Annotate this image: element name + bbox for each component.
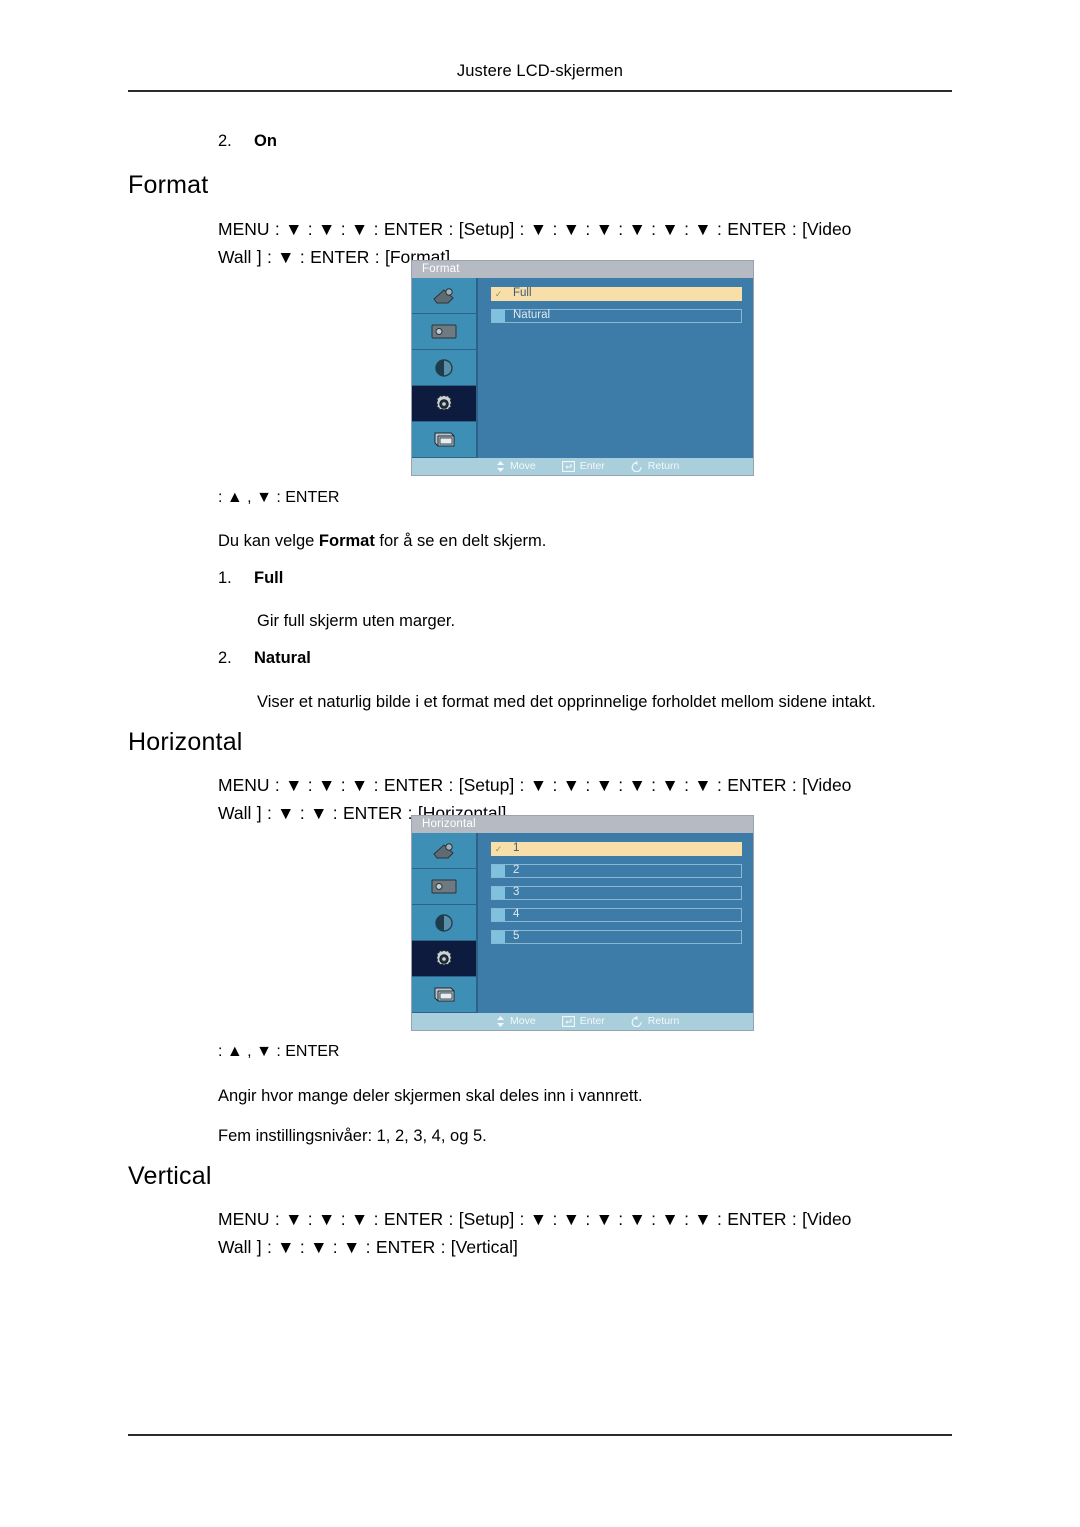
picture-icon[interactable] xyxy=(412,278,476,314)
footer-enter[interactable]: Enter xyxy=(561,460,605,473)
osd-option-label: 4 xyxy=(513,908,520,921)
osd-option-label: 5 xyxy=(513,930,520,943)
enter-key-icon xyxy=(561,461,575,472)
osd-dialog-format[interactable]: Format ✓ Full Natural Move Enter Return xyxy=(412,261,753,475)
section-heading-format: Format xyxy=(128,171,209,199)
option-chip-icon xyxy=(492,909,505,921)
description-horizontal-2: Fem instillingsnivåer: 1, 2, 3, 4, og 5. xyxy=(218,1127,487,1145)
list-item-full: 1. Full xyxy=(218,569,283,588)
description-format: Du kan velge Format for å se en delt skj… xyxy=(218,529,546,553)
osd-option-label: 2 xyxy=(513,864,520,877)
intro-item-label: On xyxy=(254,132,277,150)
checkmark-icon: ✓ xyxy=(492,843,505,855)
osd-title-format: Format xyxy=(412,261,753,278)
menu-path-format-line1: MENU : ▼ : ▼ : ▼ : ENTER : [Setup] : ▼ :… xyxy=(218,219,852,239)
option-chip-icon xyxy=(492,310,505,322)
osd-option-row[interactable]: ✓ Full xyxy=(491,287,742,301)
osd-option-row[interactable]: Natural xyxy=(491,309,742,323)
picture-icon[interactable] xyxy=(412,833,476,869)
screen-icon[interactable] xyxy=(412,869,476,905)
osd-option-label: 3 xyxy=(513,886,520,899)
list-item-natural-number: 2. xyxy=(218,649,232,667)
list-item-natural: 2. Natural xyxy=(218,649,311,668)
osd-title-horizontal: Horizontal xyxy=(412,816,753,833)
footer-move-label: Move xyxy=(510,1015,536,1028)
footer-return-label: Return xyxy=(647,460,680,473)
footer-return[interactable]: Return xyxy=(631,460,680,473)
option-chip-icon xyxy=(492,931,505,943)
osd-dialog-horizontal[interactable]: Horizontal ✓ 1 2 3 4 5 Move Enter Return xyxy=(412,816,753,1030)
option-chip-icon xyxy=(492,865,505,877)
keyline-horizontal: : ▲ , ▼ : ENTER xyxy=(218,1043,340,1060)
list-item-natural-text: Viser et naturlig bilde i et format med … xyxy=(257,693,876,711)
osd-footer-horizontal: Move Enter Return xyxy=(412,1013,753,1030)
screen-icon[interactable] xyxy=(412,314,476,350)
osd-option-list-horizontal[interactable]: ✓ 1 2 3 4 5 xyxy=(478,833,753,1013)
section-heading-vertical: Vertical xyxy=(128,1162,212,1190)
multi-display-icon[interactable] xyxy=(412,422,476,458)
footer-move-label: Move xyxy=(510,460,536,473)
description-horizontal-1: Angir hvor mange deler skjermen skal del… xyxy=(218,1087,643,1105)
description-format-bold: Format xyxy=(318,532,375,550)
contrast-icon[interactable] xyxy=(412,905,476,941)
osd-option-label: 1 xyxy=(513,842,520,855)
menu-path-vertical-line1: MENU : ▼ : ▼ : ▼ : ENTER : [Setup] : ▼ :… xyxy=(218,1209,852,1229)
header-rule xyxy=(128,90,952,92)
section-heading-horizontal: Horizontal xyxy=(128,728,243,756)
updown-arrow-icon xyxy=(497,461,504,472)
osd-footer-format: Move Enter Return xyxy=(412,458,753,475)
footer-move[interactable]: Move xyxy=(496,1016,536,1027)
intro-item-number: 2. xyxy=(218,132,232,150)
updown-arrow-icon xyxy=(497,1016,504,1027)
list-item-natural-label: Natural xyxy=(254,649,311,667)
contrast-icon[interactable] xyxy=(412,350,476,386)
osd-icon-rail-format[interactable] xyxy=(412,278,478,458)
keyline-format: : ▲ , ▼ : ENTER xyxy=(218,489,340,506)
menu-path-horizontal-line1: MENU : ▼ : ▼ : ▼ : ENTER : [Setup] : ▼ :… xyxy=(218,775,852,795)
osd-body-horizontal: ✓ 1 2 3 4 5 xyxy=(412,833,753,1013)
list-item-full-label: Full xyxy=(254,569,284,587)
footer-move[interactable]: Move xyxy=(496,461,536,472)
footer-return-label: Return xyxy=(647,1015,680,1028)
checkmark-icon: ✓ xyxy=(492,288,505,300)
footer-rule xyxy=(128,1434,952,1436)
osd-option-row[interactable]: 3 xyxy=(491,886,742,900)
osd-icon-rail-horizontal[interactable] xyxy=(412,833,478,1013)
multi-display-icon[interactable] xyxy=(412,977,476,1013)
footer-enter-label: Enter xyxy=(579,1015,605,1028)
manual-page: Justere LCD-skjermen 2. On Format MENU : … xyxy=(0,0,1080,1527)
setup-gear-icon[interactable] xyxy=(412,941,476,977)
enter-key-icon xyxy=(561,1016,575,1027)
return-arrow-icon xyxy=(631,461,642,472)
running-header: Justere LCD-skjermen xyxy=(456,62,624,80)
footer-return[interactable]: Return xyxy=(631,1015,680,1028)
osd-body-format: ✓ Full Natural xyxy=(412,278,753,458)
osd-option-row[interactable]: 4 xyxy=(491,908,742,922)
osd-option-row[interactable]: 2 xyxy=(491,864,742,878)
osd-option-label: Full xyxy=(513,287,532,300)
description-format-prefix: Du kan velge xyxy=(218,532,319,550)
osd-option-row[interactable]: ✓ 1 xyxy=(491,842,742,856)
footer-enter-label: Enter xyxy=(579,460,605,473)
osd-option-label: Natural xyxy=(513,309,551,322)
setup-gear-icon[interactable] xyxy=(412,386,476,422)
description-format-suffix: for å se en delt skjerm. xyxy=(374,532,547,550)
osd-option-row[interactable]: 5 xyxy=(491,930,742,944)
menu-path-vertical: MENU : ▼ : ▼ : ▼ : ENTER : [Setup] : ▼ :… xyxy=(218,1205,960,1261)
list-item-full-text: Gir full skjerm uten marger. xyxy=(257,612,456,630)
menu-path-vertical-line2: Wall ] : ▼ : ▼ : ▼ : ENTER : [Vertical] xyxy=(218,1237,518,1257)
intro-list-item: 2. On xyxy=(218,132,277,151)
return-arrow-icon xyxy=(631,1016,642,1027)
footer-enter[interactable]: Enter xyxy=(561,1015,605,1028)
list-item-full-number: 1. xyxy=(218,569,232,587)
osd-option-list-format[interactable]: ✓ Full Natural xyxy=(478,278,753,458)
option-chip-icon xyxy=(492,887,505,899)
